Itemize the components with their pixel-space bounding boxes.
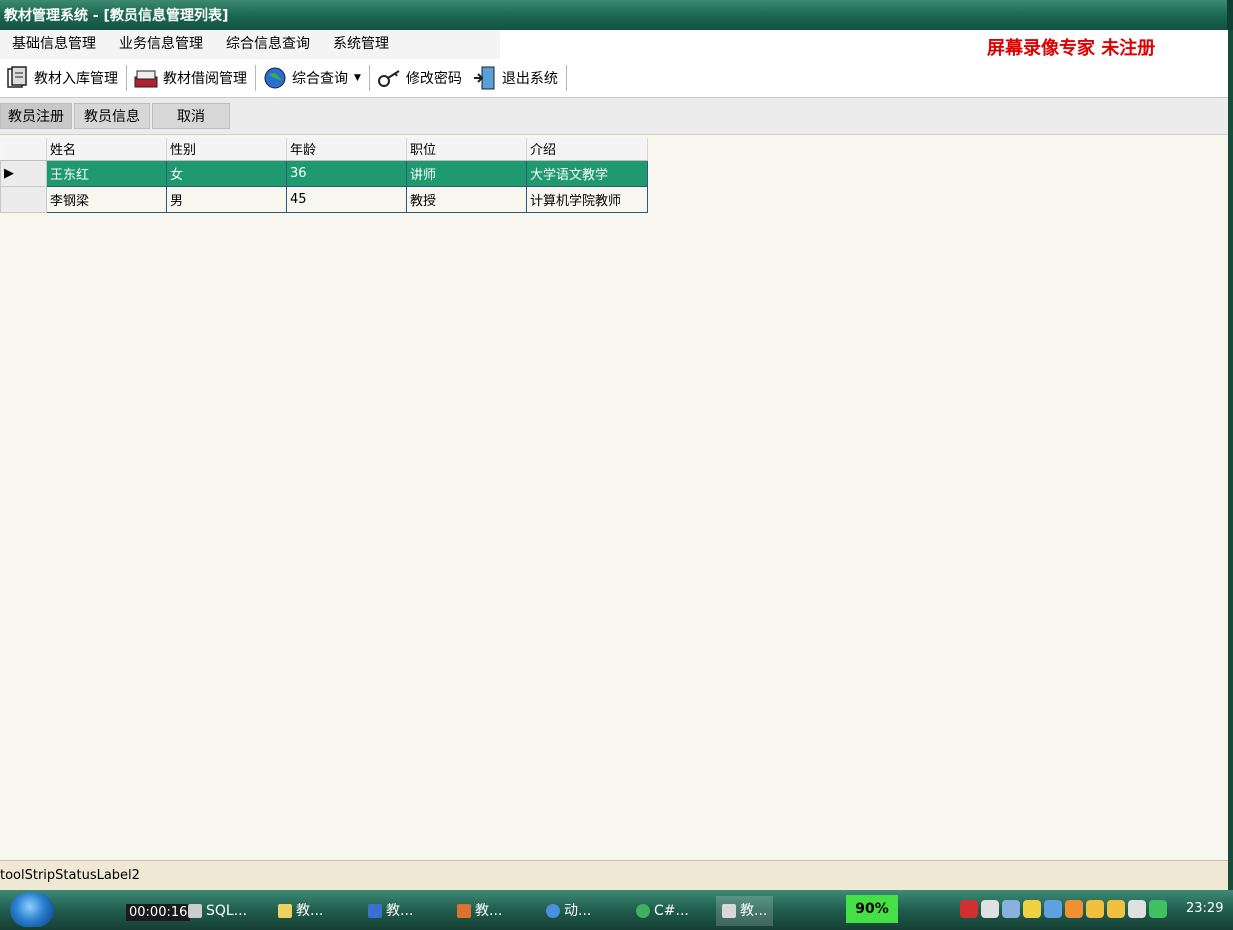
taskbar-label: 教... bbox=[296, 903, 324, 919]
title-bar-edge bbox=[1227, 0, 1233, 30]
database-icon bbox=[188, 904, 202, 918]
column-header-intro[interactable]: 介绍 bbox=[526, 138, 648, 161]
book-borrow-icon bbox=[133, 65, 159, 91]
start-button[interactable] bbox=[10, 893, 54, 927]
toolbar-book-in-label: 教材入库管理 bbox=[34, 71, 118, 87]
cell-position[interactable]: 讲师 bbox=[406, 159, 527, 187]
tray-icon[interactable] bbox=[960, 900, 978, 918]
toolbar-query-label: 综合查询 bbox=[292, 71, 348, 87]
tray-icon[interactable] bbox=[981, 900, 999, 918]
taskbar-label: 教... bbox=[475, 903, 503, 919]
tray-icon[interactable] bbox=[1107, 900, 1125, 918]
menu-bar: 基础信息管理 业务信息管理 综合信息查询 系统管理 bbox=[0, 30, 500, 59]
toolbar-book-in-button[interactable]: 教材入库管理 bbox=[0, 61, 124, 95]
toolbar-query-button[interactable]: 综合查询 ▼ bbox=[258, 61, 367, 95]
tray-icon[interactable] bbox=[1065, 900, 1083, 918]
taskbar-item-sql[interactable]: SQL... bbox=[188, 900, 247, 922]
table-row[interactable]: 李钢梁 男 45 教授 计算机学院教师 bbox=[0, 185, 648, 213]
tray-icon[interactable] bbox=[1086, 900, 1104, 918]
tray-icon[interactable] bbox=[1023, 900, 1041, 918]
column-header-gender[interactable]: 性别 bbox=[166, 138, 287, 161]
recording-timer: 00:00:16 bbox=[126, 904, 191, 921]
row-selector[interactable] bbox=[0, 185, 47, 213]
taskbar-label: C#... bbox=[654, 903, 689, 919]
taskbar-item-paint[interactable]: 教... bbox=[457, 900, 502, 922]
exit-door-icon bbox=[472, 65, 498, 91]
window-title: 教材管理系统 - [教员信息管理列表] bbox=[4, 8, 229, 24]
window-title-bar: 教材管理系统 - [教员信息管理列表] bbox=[0, 0, 1233, 30]
toolbar-separator bbox=[255, 65, 256, 91]
column-header-position[interactable]: 职位 bbox=[406, 138, 527, 161]
key-icon bbox=[376, 65, 402, 91]
cell-gender[interactable]: 男 bbox=[166, 185, 287, 213]
taskbar-item-anim[interactable]: 动... bbox=[546, 900, 591, 922]
taskbar-item-folder[interactable]: 教... bbox=[278, 900, 323, 922]
grid-header-row: 姓名 性别 年龄 职位 介绍 bbox=[0, 138, 648, 161]
cell-position[interactable]: 教授 bbox=[406, 185, 527, 213]
menu-basic-info[interactable]: 基础信息管理 bbox=[0, 30, 107, 59]
toolbar-separator bbox=[368, 65, 370, 91]
toolbar-separator bbox=[565, 65, 567, 91]
taskbar-label: 动... bbox=[564, 903, 592, 919]
toolbar-change-password-label: 修改密码 bbox=[405, 71, 462, 87]
csharp-icon bbox=[636, 904, 650, 918]
form-tool-strip: 教员注册 教员信息 取消 bbox=[0, 98, 1228, 135]
word-doc-icon bbox=[368, 904, 382, 918]
teacher-grid[interactable]: 姓名 性别 年龄 职位 介绍 ▶ 王东红 女 36 讲师 大学语文教学 李钢梁 … bbox=[0, 138, 648, 213]
system-tray bbox=[960, 900, 1167, 918]
book-in-icon bbox=[4, 65, 30, 91]
taskbar-label: 教... bbox=[386, 903, 414, 919]
tray-icon[interactable] bbox=[1128, 900, 1146, 918]
tray-icon[interactable] bbox=[1044, 900, 1062, 918]
taskbar: 00:00:16 SQL... 教... 教... 教... 动... C#..… bbox=[0, 890, 1233, 930]
row-selector[interactable]: ▶ bbox=[0, 159, 47, 187]
toolbar-change-password-button[interactable]: 修改密码 bbox=[372, 61, 468, 95]
app-icon bbox=[546, 904, 560, 918]
toolbar-exit-label: 退出系统 bbox=[501, 71, 558, 87]
toolbar-separator bbox=[126, 65, 127, 91]
toolbar: 教材入库管理 教材借阅管理 综合查询 ▼ 修改密码 退出系统 bbox=[0, 59, 1228, 98]
paint-icon bbox=[457, 904, 471, 918]
cell-gender[interactable]: 女 bbox=[166, 159, 287, 187]
battery-indicator[interactable]: 90% bbox=[846, 895, 898, 923]
taskbar-label: SQL... bbox=[206, 903, 248, 919]
cell-name[interactable]: 李钢梁 bbox=[46, 185, 167, 213]
cell-intro[interactable]: 计算机学院教师 bbox=[526, 185, 648, 213]
status-label: toolStripStatusLabel2 bbox=[0, 868, 140, 883]
taskbar-label: 教... bbox=[740, 903, 768, 919]
clock[interactable]: 23:29 bbox=[1186, 901, 1223, 916]
current-row-arrow-icon: ▶ bbox=[4, 165, 14, 181]
toolbar-book-borrow-button[interactable]: 教材借阅管理 bbox=[129, 61, 253, 95]
column-header-age[interactable]: 年龄 bbox=[286, 138, 407, 161]
cancel-button[interactable]: 取消 bbox=[152, 103, 230, 129]
folder-icon bbox=[278, 904, 292, 918]
window-icon bbox=[722, 904, 736, 918]
window-right-border bbox=[1228, 30, 1233, 890]
chevron-down-icon[interactable]: ▼ bbox=[354, 73, 361, 83]
menu-system[interactable]: 系统管理 bbox=[321, 30, 400, 59]
shield-icon[interactable] bbox=[1149, 900, 1167, 918]
table-row[interactable]: ▶ 王东红 女 36 讲师 大学语文教学 bbox=[0, 159, 648, 187]
taskbar-item-word[interactable]: 教... bbox=[368, 900, 413, 922]
globe-icon bbox=[262, 65, 288, 91]
content-area bbox=[0, 135, 1228, 860]
register-teacher-button[interactable]: 教员注册 bbox=[0, 103, 72, 129]
cell-name[interactable]: 王东红 bbox=[46, 159, 167, 187]
toolbar-book-borrow-label: 教材借阅管理 bbox=[163, 71, 247, 87]
taskbar-item-active[interactable]: 教... bbox=[716, 896, 774, 926]
status-bar: toolStripStatusLabel2 bbox=[0, 860, 1228, 891]
teacher-info-button[interactable]: 教员信息 bbox=[74, 103, 150, 129]
cell-intro[interactable]: 大学语文教学 bbox=[526, 159, 648, 187]
recorder-watermark: 屏幕录像专家 未注册 bbox=[987, 38, 1156, 59]
menu-query[interactable]: 综合信息查询 bbox=[214, 30, 321, 59]
column-header-name[interactable]: 姓名 bbox=[46, 138, 167, 161]
menu-business-info[interactable]: 业务信息管理 bbox=[107, 30, 214, 59]
toolbar-exit-button[interactable]: 退出系统 bbox=[468, 61, 564, 95]
tray-icon[interactable] bbox=[1002, 900, 1020, 918]
cell-age[interactable]: 36 bbox=[286, 159, 407, 187]
taskbar-item-csharp[interactable]: C#... bbox=[636, 900, 689, 922]
cell-age[interactable]: 45 bbox=[286, 185, 407, 213]
row-header-corner bbox=[0, 138, 47, 161]
